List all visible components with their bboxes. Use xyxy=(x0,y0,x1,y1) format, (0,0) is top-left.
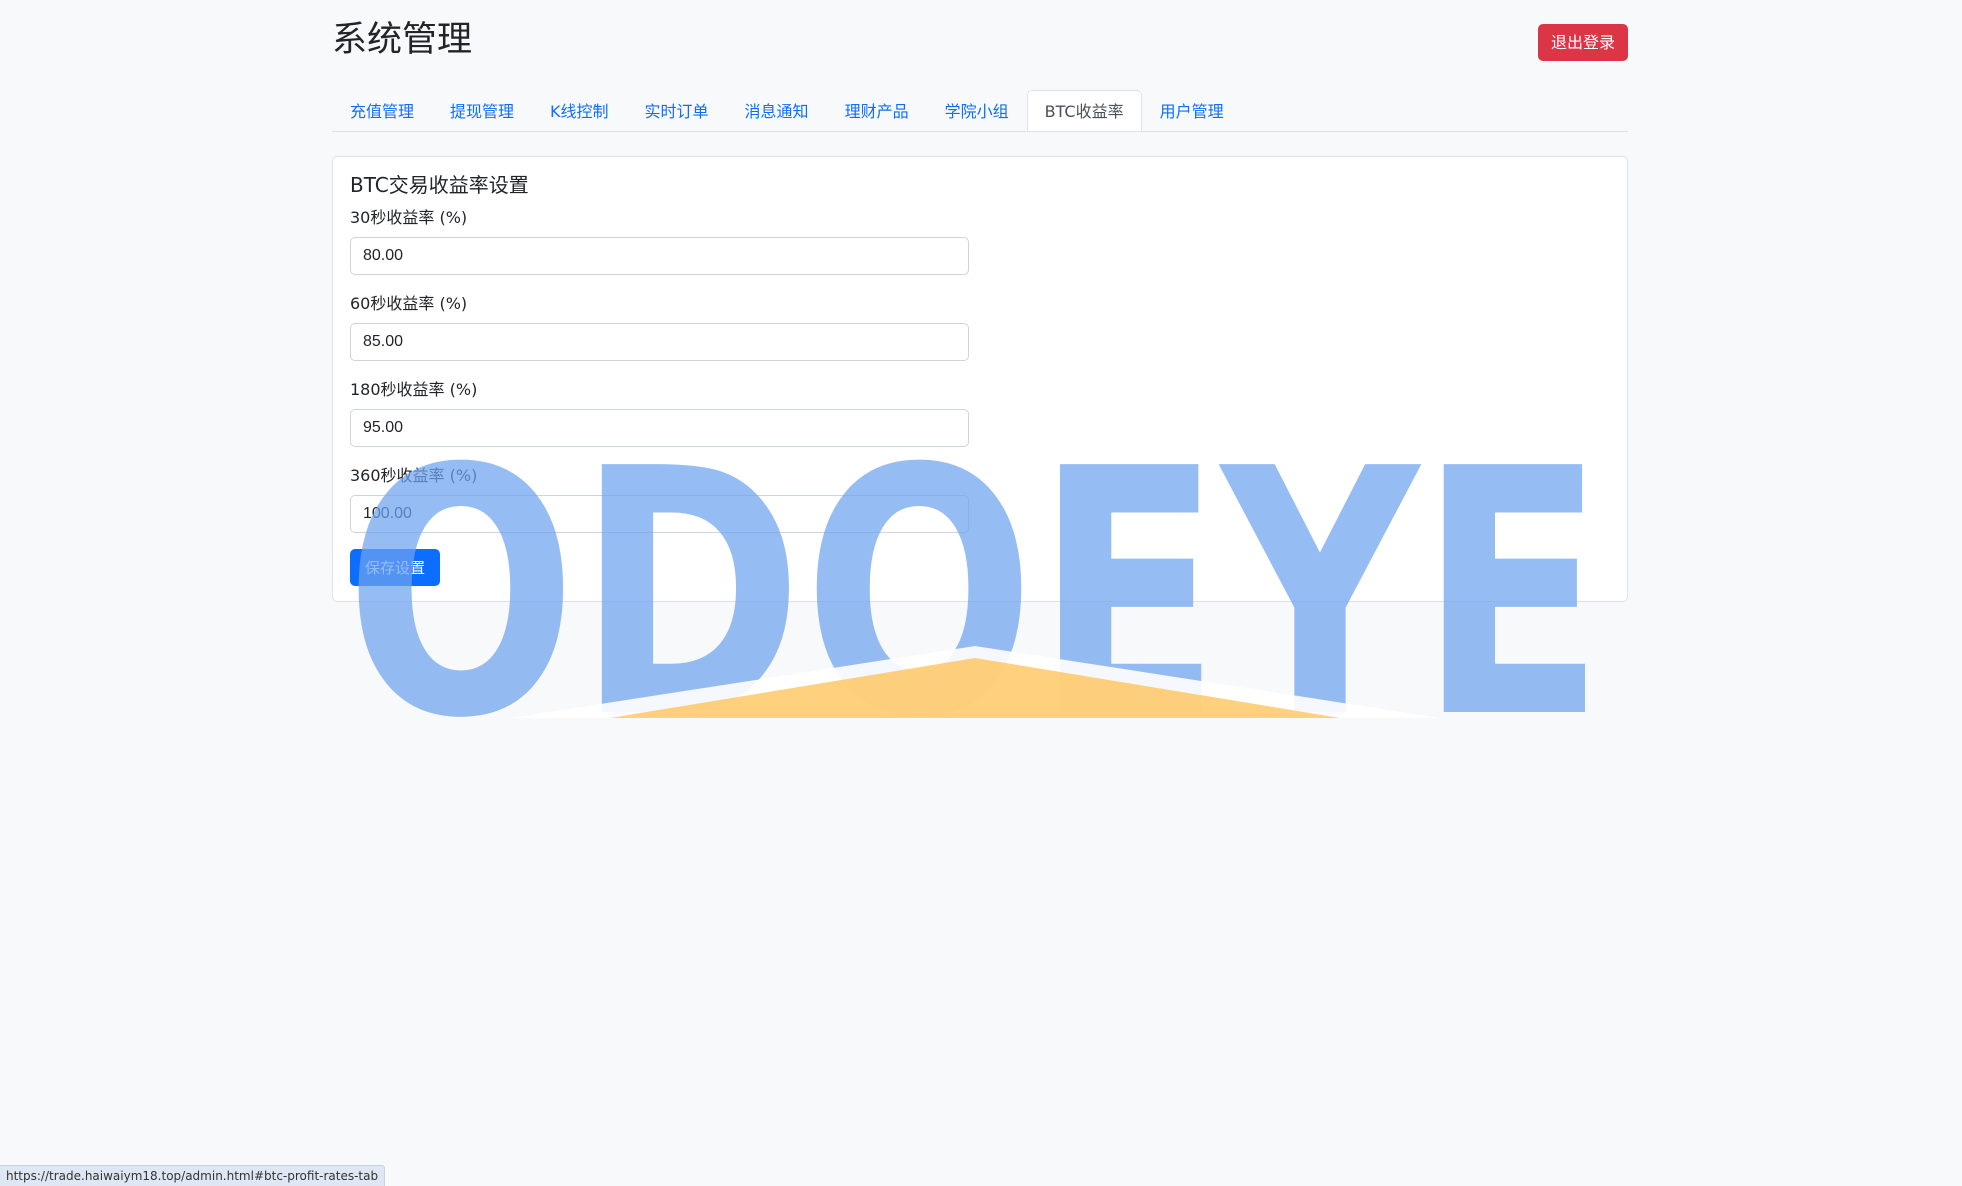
tab-recharge[interactable]: 充值管理 xyxy=(332,90,432,131)
card-title: BTC交易收益率设置 xyxy=(350,173,529,197)
watermark-roof xyxy=(610,658,1340,718)
rate-180s-input[interactable] xyxy=(350,409,969,447)
status-bar-url: https://trade.haiwaiym18.top/admin.html#… xyxy=(0,1165,386,1186)
tab-btc-profit-rates[interactable]: BTC收益率 xyxy=(1026,90,1142,131)
rate-180s-label: 180秒收益率 (%) xyxy=(350,380,478,399)
tab-notifications[interactable]: 消息通知 xyxy=(727,90,827,131)
watermark-roof-outline xyxy=(510,646,1440,718)
rate-60s-input[interactable] xyxy=(350,323,969,361)
tab-withdraw[interactable]: 提现管理 xyxy=(432,90,532,131)
rate-360s-input[interactable] xyxy=(350,495,969,533)
rate-30s-input[interactable] xyxy=(350,237,969,275)
tab-user-management[interactable]: 用户管理 xyxy=(1142,90,1242,131)
rate-30s-label: 30秒收益率 (%) xyxy=(350,208,468,227)
nav-tabs: 充值管理 提现管理 K线控制 实时订单 消息通知 理财产品 学院小组 BTC收益… xyxy=(332,90,1628,132)
tab-realtime-orders[interactable]: 实时订单 xyxy=(627,90,727,131)
rate-360s-label: 360秒收益率 (%) xyxy=(350,466,478,485)
tab-wealth-products[interactable]: 理财产品 xyxy=(827,90,927,131)
admin-page: 系统管理 退出登录 充值管理 提现管理 K线控制 实时订单 消息通知 理财产品 … xyxy=(0,0,1962,1186)
btc-profit-settings-card: BTC交易收益率设置 30秒收益率 (%) 60秒收益率 (%) 180秒收益率… xyxy=(332,156,1628,602)
rate-60s-label: 60秒收益率 (%) xyxy=(350,294,468,313)
tab-kline-control[interactable]: K线控制 xyxy=(532,90,627,131)
save-settings-button[interactable]: 保存设置 xyxy=(350,549,440,586)
tab-academy-groups[interactable]: 学院小组 xyxy=(927,90,1027,131)
logout-button[interactable]: 退出登录 xyxy=(1538,24,1628,61)
page-title: 系统管理 xyxy=(332,20,473,59)
